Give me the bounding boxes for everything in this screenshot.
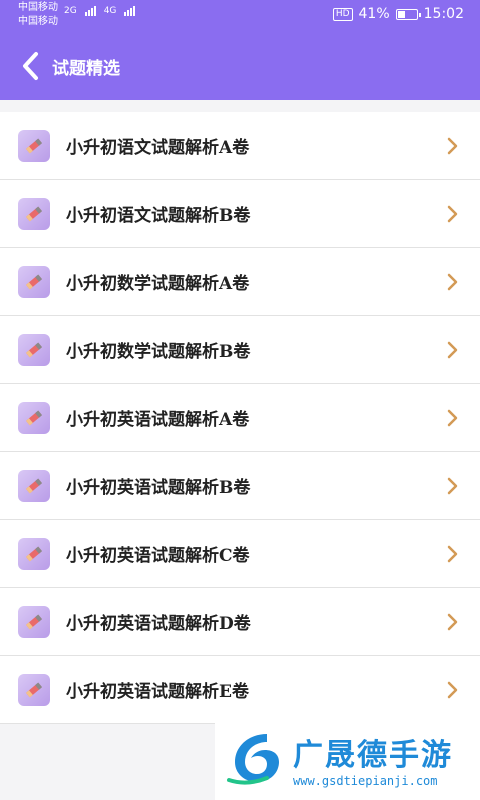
chevron-right-icon (442, 408, 462, 428)
back-arrow-icon (23, 52, 38, 80)
chevron-right-icon (442, 136, 462, 156)
list-item-label: 小升初数学试题解析B卷 (66, 342, 251, 362)
watermark-logo-icon (227, 734, 279, 785)
list-item[interactable]: 小升初语文试题解析A卷 (0, 112, 480, 180)
battery-icon (395, 8, 421, 20)
network-signal: 2G 4G (64, 6, 136, 16)
carrier-2: 中国移动 (18, 16, 58, 27)
battery-fill (397, 10, 406, 18)
carrier-info: 中国移动 中国移动 (18, 1, 58, 29)
pencil-icon (18, 333, 50, 366)
status-bar: 中国移动 中国移动 2G 4G HD 41% 15:02 (0, 0, 480, 32)
list-item-label: 小升初英语试题解析A卷 (66, 410, 250, 430)
network-type-2: 4G (103, 6, 117, 16)
page-title: 试题精选 (52, 58, 120, 79)
chevron-right-icon (442, 204, 462, 224)
pencil-icon (18, 605, 50, 638)
pencil-icon (18, 673, 50, 706)
network-type-1: 2G (64, 6, 77, 16)
list-item[interactable]: 小升初英语试题解析E卷 (0, 656, 480, 724)
list-item[interactable]: 小升初英语试题解析A卷 (0, 384, 480, 452)
list-item[interactable]: 小升初语文试题解析B卷 (0, 180, 480, 248)
watermark-url: www.gsdtiepianji.com (293, 774, 438, 788)
hd-badge: HD (332, 7, 353, 21)
list-item-label: 小升初英语试题解析D卷 (66, 614, 251, 634)
list-item[interactable]: 小升初数学试题解析A卷 (0, 248, 480, 316)
list-item-label: 小升初语文试题解析A卷 (66, 138, 250, 158)
list-item-label: 小升初数学试题解析A卷 (66, 274, 250, 294)
list-item-label: 小升初英语试题解析C卷 (66, 546, 250, 566)
exam-list: 小升初语文试题解析A卷 小升初语文试题解析B卷 小升初数学试题解析A卷 小升初数学试题… (0, 112, 480, 724)
signal-bars-icon (84, 6, 96, 16)
signal-bars-icon (124, 6, 136, 16)
list-item[interactable]: 小升初数学试题解析B卷 (0, 316, 480, 384)
chevron-right-icon (442, 272, 462, 292)
list-item[interactable]: 小升初英语试题解析B卷 (0, 452, 480, 520)
list-item-label: 小升初英语试题解析E卷 (66, 682, 249, 702)
chevron-right-icon (442, 476, 462, 496)
back-button[interactable] (0, 32, 60, 100)
clock: 15:02 (423, 6, 464, 22)
list-item[interactable]: 小升初英语试题解析C卷 (0, 520, 480, 588)
header: 试题精选 (0, 32, 480, 100)
battery-percent: 41% (358, 6, 390, 22)
chevron-right-icon (442, 680, 462, 700)
pencil-icon (18, 401, 50, 434)
pencil-icon (18, 469, 50, 502)
chevron-right-icon (442, 612, 462, 632)
list-item[interactable]: 小升初英语试题解析D卷 (0, 588, 480, 656)
chevron-right-icon (442, 340, 462, 360)
status-right: HD 41% 15:02 (332, 6, 464, 22)
list-item-label: 小升初语文试题解析B卷 (66, 206, 251, 226)
watermark-title: 广晟德手游 (293, 738, 453, 773)
pencil-icon (18, 265, 50, 298)
pencil-icon (18, 197, 50, 230)
list-item-label: 小升初英语试题解析B卷 (66, 478, 251, 498)
pencil-icon (18, 537, 50, 570)
chevron-right-icon (442, 544, 462, 564)
carrier-1: 中国移动 (18, 2, 58, 13)
watermark: 广晟德手游 www.gsdtiepianji.com (215, 718, 480, 800)
pencil-icon (18, 129, 50, 162)
